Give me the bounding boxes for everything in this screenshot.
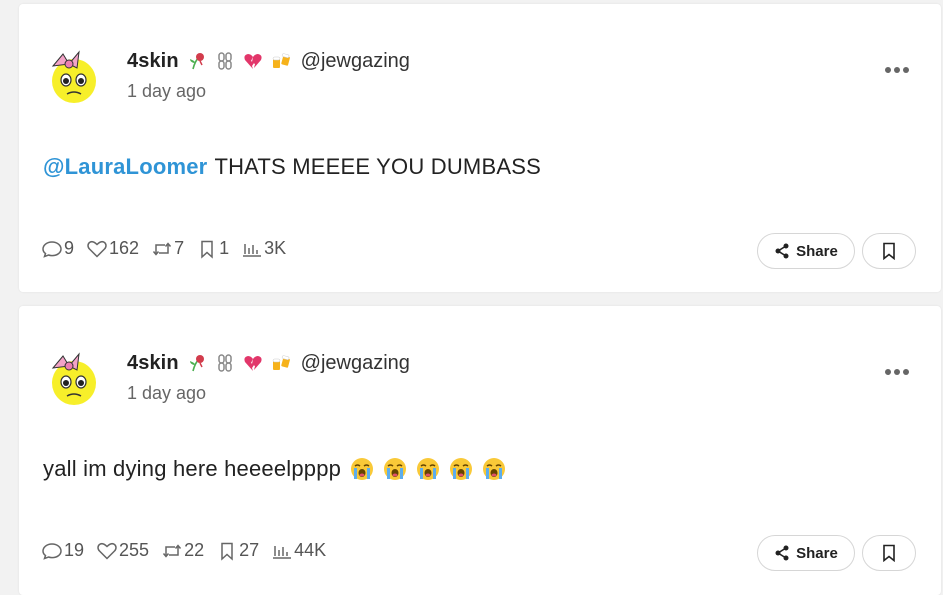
more-dots-icon	[885, 369, 909, 375]
post-card[interactable]: 4skin @jewgazing 1 day ago yall im dying…	[19, 306, 941, 595]
bookmark-button[interactable]	[862, 535, 916, 571]
pleading-face-avatar-icon	[43, 348, 103, 408]
post-text: THATS MEEEE YOU DUMBASS	[214, 154, 541, 179]
beer-mugs-icon	[271, 51, 291, 71]
post-card[interactable]: 4skin @jewgazing 1 day ago @LauraLoomer …	[19, 4, 941, 292]
broken-heart-icon	[243, 51, 263, 71]
reply-count: 19	[64, 540, 85, 560]
share-label: Share	[796, 544, 838, 562]
bookmark-icon	[883, 544, 895, 562]
more-options-button[interactable]	[883, 362, 911, 382]
reply-button[interactable]: 19	[41, 540, 84, 561]
share-icon	[775, 243, 789, 259]
avatar[interactable]	[43, 348, 103, 408]
loudly-crying-face-icon	[482, 457, 506, 481]
bar-chart-icon	[243, 243, 262, 257]
bookmark-count: 1	[219, 238, 230, 258]
like-count: 162	[109, 238, 140, 258]
repost-button[interactable]: 7	[151, 238, 184, 259]
bar-chart-icon	[273, 545, 292, 559]
heart-icon	[87, 240, 107, 258]
mention-link[interactable]: @LauraLoomer	[43, 154, 207, 180]
reply-button[interactable]: 9	[41, 238, 74, 259]
chains-icon	[215, 353, 235, 373]
post-body: @LauraLoomer THATS MEEEE YOU DUMBASS	[43, 154, 541, 180]
pleading-face-avatar-icon	[43, 46, 103, 106]
avatar[interactable]	[43, 46, 103, 106]
views-stat[interactable]: 3K	[241, 238, 286, 259]
repost-count: 7	[174, 238, 185, 258]
share-button[interactable]: Share	[757, 233, 855, 269]
like-button[interactable]: 255	[96, 540, 149, 561]
author-display-name[interactable]: 4skin	[127, 352, 179, 375]
post-timestamp[interactable]: 1 day ago	[127, 383, 206, 404]
view-count: 3K	[264, 238, 287, 258]
bookmark-count: 27	[239, 540, 260, 560]
author-row: 4skin @jewgazing	[127, 350, 410, 376]
view-count: 44K	[294, 540, 327, 560]
bookmark-icon	[883, 242, 895, 260]
broken-heart-icon	[243, 353, 263, 373]
author-display-name[interactable]: 4skin	[127, 50, 179, 73]
repost-count: 22	[184, 540, 205, 560]
wilted-rose-icon	[187, 353, 207, 373]
bookmark-icon	[221, 542, 233, 561]
author-handle[interactable]: @jewgazing	[301, 352, 410, 375]
post-body: yall im dying here heeeelpppp	[43, 456, 506, 482]
post-timestamp[interactable]: 1 day ago	[127, 81, 206, 102]
post-text: yall im dying here heeeelpppp	[43, 456, 342, 481]
beer-mugs-icon	[271, 353, 291, 373]
chains-icon	[215, 51, 235, 71]
share-button[interactable]: Share	[757, 535, 855, 571]
bookmark-count-button[interactable]: 1	[196, 238, 229, 259]
repost-icon	[152, 241, 172, 256]
post-stats: 19 255 22 27 44K	[41, 540, 338, 561]
wilted-rose-icon	[187, 51, 207, 71]
loudly-crying-face-icon	[383, 457, 407, 481]
loudly-crying-face-icon	[350, 457, 374, 481]
views-stat[interactable]: 44K	[271, 540, 326, 561]
repost-button[interactable]: 22	[161, 540, 204, 561]
post-stats: 9 162 7 1 3K	[41, 238, 298, 259]
post-feed: 4skin @jewgazing 1 day ago @LauraLoomer …	[0, 0, 943, 595]
bookmark-button[interactable]	[862, 233, 916, 269]
share-label: Share	[796, 242, 838, 260]
author-row: 4skin @jewgazing	[127, 48, 410, 74]
comment-icon	[42, 240, 62, 258]
bookmark-icon	[201, 240, 213, 259]
like-button[interactable]: 162	[86, 238, 139, 259]
reply-count: 9	[64, 238, 75, 258]
repost-icon	[163, 543, 182, 558]
share-icon	[775, 545, 789, 561]
comment-icon	[42, 542, 62, 560]
heart-icon	[97, 542, 117, 560]
like-count: 255	[119, 540, 150, 560]
more-dots-icon	[885, 67, 909, 73]
loudly-crying-face-icon	[449, 457, 473, 481]
author-handle[interactable]: @jewgazing	[301, 50, 410, 73]
more-options-button[interactable]	[883, 60, 911, 80]
bookmark-count-button[interactable]: 27	[216, 540, 259, 561]
loudly-crying-face-icon	[416, 457, 440, 481]
